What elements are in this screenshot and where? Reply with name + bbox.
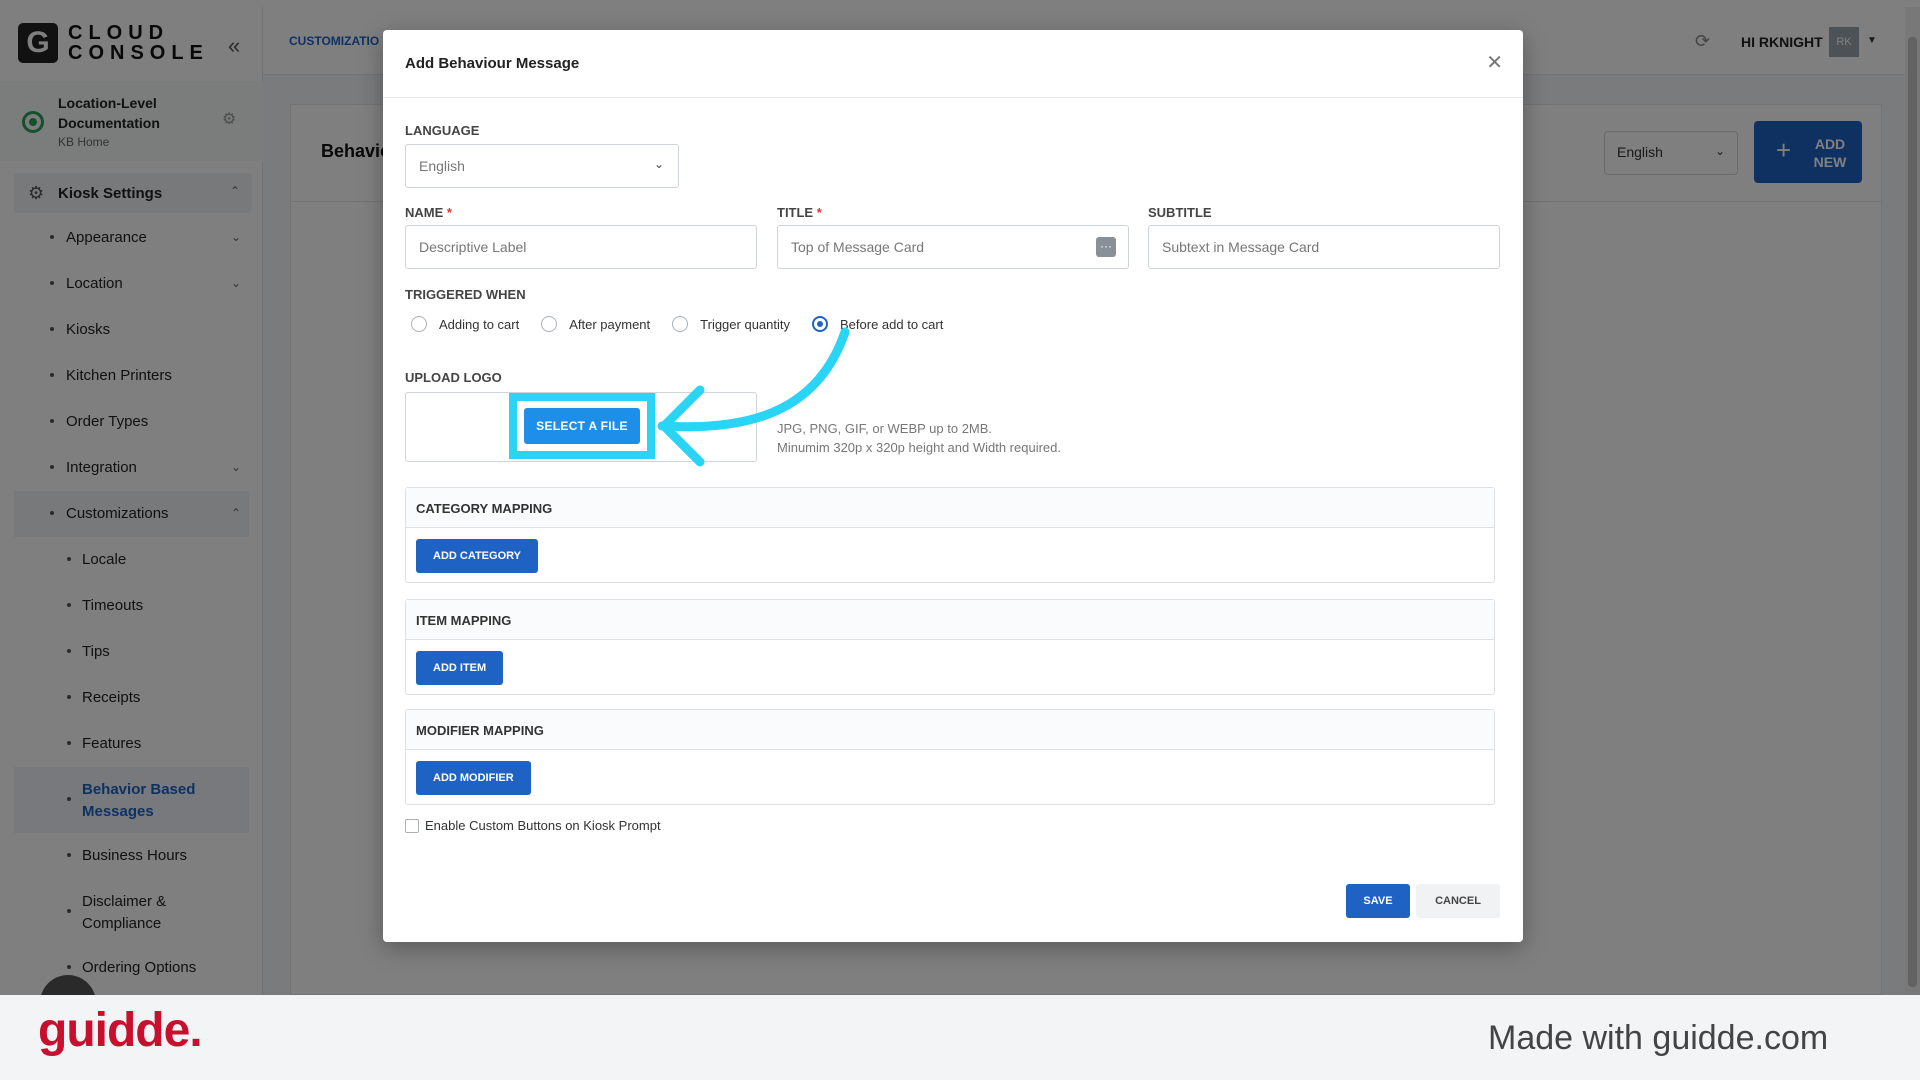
language-select-value: English — [419, 158, 465, 174]
title-field[interactable]: Top of Message Card ··· — [777, 225, 1129, 269]
subtitle-field[interactable]: Subtext in Message Card — [1148, 225, 1500, 269]
section-title: CATEGORY MAPPING — [406, 488, 1494, 528]
radio-circle[interactable] — [411, 316, 427, 332]
name-label-text: NAME — [405, 205, 444, 220]
trigger-radio-group: Adding to cart After payment Trigger qua… — [411, 316, 965, 332]
radio-adding-to-cart[interactable]: Adding to cart — [411, 316, 519, 332]
section-title: ITEM MAPPING — [406, 600, 1494, 640]
required-mark: * — [446, 205, 452, 220]
checkbox[interactable] — [405, 818, 419, 833]
modal-title: Add Behaviour Message — [405, 55, 580, 72]
name-label: NAME * — [405, 205, 452, 220]
save-button[interactable]: SAVE — [1346, 884, 1410, 918]
select-file-button[interactable]: SELECT A FILE — [524, 408, 640, 444]
category-mapping-section: CATEGORY MAPPING ADD CATEGORY — [405, 487, 1495, 583]
app-window: G CLOUD CONSOLE « Location-Level Documen… — [0, 0, 1920, 995]
section-title: MODIFIER MAPPING — [406, 710, 1494, 750]
upload-hint: JPG, PNG, GIF, or WEBP up to 2MB. Minumi… — [777, 419, 1061, 457]
title-label-text: TITLE — [777, 205, 814, 220]
radio-circle[interactable] — [541, 316, 558, 332]
name-field[interactable]: Descriptive Label — [405, 225, 757, 269]
radio-label: Adding to cart — [439, 316, 520, 332]
cancel-button[interactable]: CANCEL — [1416, 884, 1500, 918]
title-placeholder: Top of Message Card — [791, 239, 925, 255]
radio-label: Before add to cart — [840, 316, 944, 332]
upload-hint-line-2: Minumim 320p x 320p height and Width req… — [777, 440, 1061, 455]
radio-label: After payment — [569, 316, 651, 332]
subtitle-label: SUBTITLE — [1148, 205, 1212, 220]
add-behaviour-message-modal: Add Behaviour Message ✕ LANGUAGE English… — [383, 30, 1523, 942]
add-modifier-button[interactable]: ADD MODIFIER — [416, 761, 531, 795]
footer: guidde. Made with guidde.com — [0, 995, 1920, 1080]
modal-header: Add Behaviour Message ✕ — [383, 30, 1523, 98]
enable-custom-buttons-checkbox[interactable]: Enable Custom Buttons on Kiosk Prompt — [405, 818, 661, 833]
upload-logo-label: UPLOAD LOGO — [405, 370, 502, 385]
checkbox-label: Enable Custom Buttons on Kiosk Prompt — [425, 818, 661, 833]
upload-hint-line-1: JPG, PNG, GIF, or WEBP up to 2MB. — [777, 421, 993, 436]
title-label: TITLE * — [777, 205, 822, 220]
radio-trigger-quantity[interactable]: Trigger quantity — [672, 316, 790, 332]
add-category-button[interactable]: ADD CATEGORY — [416, 539, 538, 573]
radio-label: Trigger quantity — [700, 316, 790, 332]
emoji-picker-icon[interactable]: ··· — [1096, 237, 1116, 257]
item-mapping-section: ITEM MAPPING ADD ITEM — [405, 599, 1495, 695]
modifier-mapping-section: MODIFIER MAPPING ADD MODIFIER — [405, 709, 1495, 805]
name-placeholder: Descriptive Label — [419, 239, 527, 255]
radio-circle-selected[interactable] — [812, 316, 828, 332]
guidde-logo: guidde. — [38, 1004, 203, 1057]
close-icon[interactable]: ✕ — [1486, 50, 1503, 75]
radio-before-add-to-cart[interactable]: Before add to cart — [812, 316, 943, 332]
radio-after-payment[interactable]: After payment — [541, 316, 650, 332]
required-mark: * — [816, 205, 822, 220]
language-select[interactable]: English ⌄ — [405, 144, 679, 188]
add-item-button[interactable]: ADD ITEM — [416, 651, 504, 685]
subtitle-placeholder: Subtext in Message Card — [1162, 239, 1320, 255]
made-with-text: Made with guidde.com — [1488, 1019, 1829, 1057]
chevron-down-icon: ⌄ — [653, 157, 664, 171]
triggered-when-label: TRIGGERED WHEN — [405, 287, 526, 302]
language-label: LANGUAGE — [405, 123, 480, 138]
radio-circle[interactable] — [672, 316, 689, 332]
